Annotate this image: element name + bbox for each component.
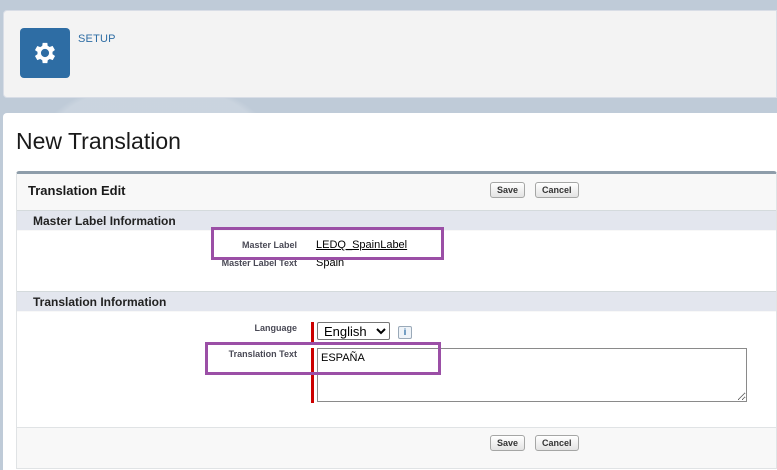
highlight-box-master-label bbox=[211, 227, 444, 260]
info-icon[interactable]: i bbox=[398, 326, 412, 339]
setup-header: SETUP bbox=[3, 10, 777, 98]
cancel-button-bottom[interactable]: Cancel bbox=[535, 435, 579, 451]
language-select[interactable]: English bbox=[317, 322, 390, 340]
block-title: Translation Edit bbox=[28, 183, 126, 198]
cancel-button-top[interactable]: Cancel bbox=[535, 182, 579, 198]
setup-gear-icon[interactable] bbox=[20, 28, 70, 78]
required-indicator-language bbox=[311, 322, 314, 342]
section-header-translation: Translation Information bbox=[17, 291, 776, 311]
highlight-box-translation-text bbox=[205, 342, 441, 375]
main-panel: New Translation Translation Edit Save Ca… bbox=[3, 113, 777, 470]
page-title: New Translation bbox=[16, 128, 181, 154]
save-button-top[interactable]: Save bbox=[490, 182, 526, 198]
setup-link[interactable]: SETUP bbox=[78, 33, 116, 45]
language-label: Language bbox=[254, 323, 297, 333]
save-button-bottom[interactable]: Save bbox=[490, 435, 526, 451]
bottom-button-bar: Save Cancel bbox=[17, 427, 776, 457]
translation-edit-block: Translation Edit Save Cancel Master Labe… bbox=[16, 171, 777, 469]
